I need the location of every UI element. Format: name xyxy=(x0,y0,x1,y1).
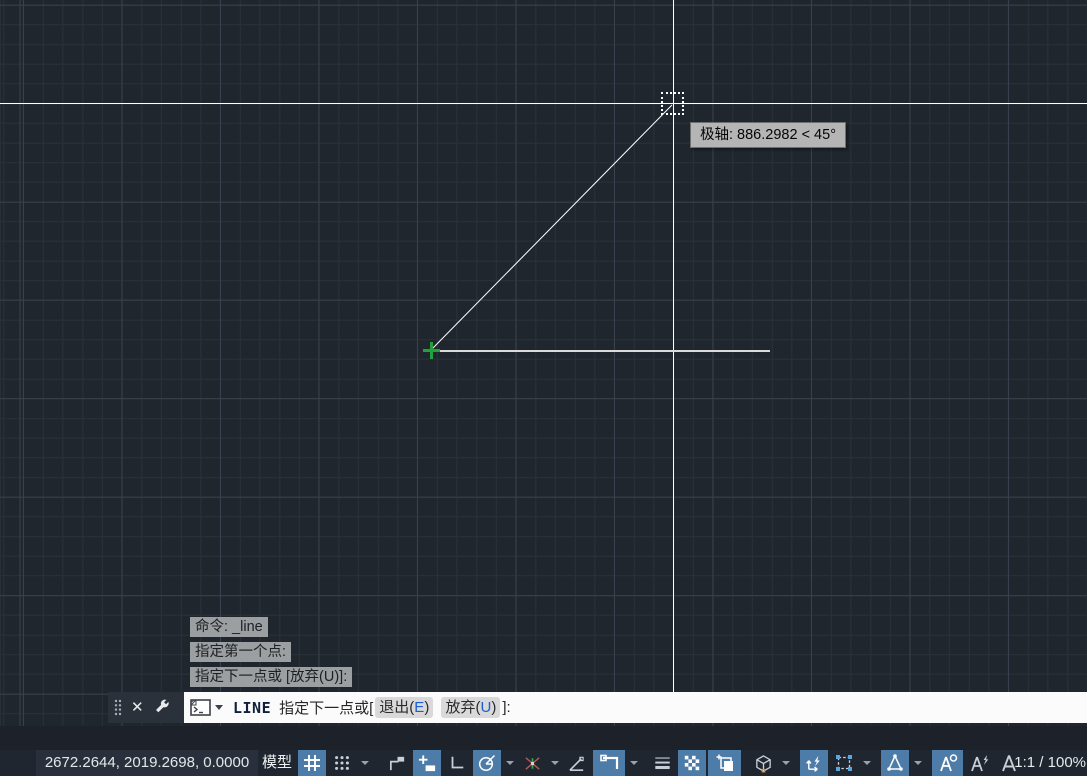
object-snap-toggle[interactable] xyxy=(593,750,625,776)
cursor-pickbox xyxy=(661,92,684,115)
grid-display-toggle[interactable] xyxy=(298,750,326,776)
snap-dots-icon xyxy=(333,754,351,772)
coordinates-readout[interactable]: 2672.2644, 2019.2698, 0.0000 xyxy=(36,750,258,776)
transparency-toggle[interactable] xyxy=(678,750,706,776)
chevron-down-icon[interactable] xyxy=(503,750,516,776)
drawn-line-segment xyxy=(431,350,770,352)
command-prompt-suffix: ]: xyxy=(502,699,510,716)
autocad-window: 极轴: 886.2982 < 45° 命令: _line 指定第一个点: 指定下… xyxy=(0,0,1087,776)
snap-mode-toggle[interactable] xyxy=(328,750,356,776)
object-snap-tracking-icon xyxy=(568,754,587,773)
lineweight-icon xyxy=(653,754,672,772)
chevron-down-icon[interactable] xyxy=(548,750,561,776)
command-line[interactable]: LINE 指定下一点或[ 退出(E) 放弃(U) ]: xyxy=(184,692,1087,723)
command-dock-header: ✕ xyxy=(108,692,184,723)
active-command-name: LINE xyxy=(233,699,271,717)
close-icon[interactable]: ✕ xyxy=(131,700,144,715)
selection-cycling-icon xyxy=(715,753,735,773)
start-point-marker xyxy=(430,342,433,359)
polar-tracking-toggle[interactable] xyxy=(473,750,501,776)
chevron-down-icon[interactable] xyxy=(779,750,792,776)
isometric-drafting-toggle[interactable] xyxy=(518,750,546,776)
recent-commands-chevron-icon[interactable] xyxy=(215,705,223,710)
annotation-visibility-icon xyxy=(937,753,958,773)
command-history-line: 指定第一个点: xyxy=(190,642,291,662)
application-background xyxy=(0,726,1087,750)
polar-tracking-tooltip: 极轴: 886.2982 < 45° xyxy=(690,122,846,148)
drag-handle-icon[interactable] xyxy=(114,699,122,716)
dynamic-input-icon xyxy=(418,754,437,773)
grid-icon xyxy=(302,753,322,773)
dynamic-ucs-icon xyxy=(805,754,824,773)
command-prompt-icon[interactable] xyxy=(190,699,211,716)
selection-filtering-toggle[interactable] xyxy=(830,750,858,776)
ortho-mode-toggle[interactable] xyxy=(443,750,471,776)
isometric-drafting-icon xyxy=(523,754,542,773)
command-history-line: 命令: _line xyxy=(190,617,268,637)
gizmo-icon xyxy=(885,753,905,773)
autoscale-lightning-icon xyxy=(969,753,990,773)
command-option-undo[interactable]: 放弃(U) xyxy=(441,697,500,718)
lineweight-toggle[interactable] xyxy=(648,750,676,776)
object-snap-tracking-toggle[interactable] xyxy=(563,750,591,776)
infer-constraints-toggle[interactable] xyxy=(383,750,411,776)
status-bar: 2672.2644, 2019.2698, 0.0000 模型 xyxy=(0,750,1087,776)
status-toggle-group xyxy=(298,750,1023,776)
customize-wrench-icon[interactable] xyxy=(153,698,172,717)
drawing-canvas[interactable]: 极轴: 886.2982 < 45° 命令: _line 指定第一个点: 指定下… xyxy=(0,0,1087,726)
rubber-band-line xyxy=(0,0,1087,726)
selection-cycling-toggle[interactable] xyxy=(708,750,741,776)
polar-tracking-icon xyxy=(477,753,497,773)
model-space-button[interactable]: 模型 xyxy=(262,750,292,776)
3d-object-snap-toggle[interactable] xyxy=(749,750,777,776)
selection-filtering-icon xyxy=(834,753,854,773)
infer-constraints-icon xyxy=(388,754,407,773)
transparency-checker-icon xyxy=(683,754,701,772)
annotation-visibility-toggle[interactable] xyxy=(932,750,963,776)
command-option-exit[interactable]: 退出(E) xyxy=(375,697,433,718)
command-prompt-text: 指定下一点或[ xyxy=(279,697,373,718)
chevron-down-icon[interactable] xyxy=(358,750,371,776)
command-history-line: 指定下一点或 [放弃(U)]: xyxy=(190,667,352,687)
dynamic-input-toggle[interactable] xyxy=(413,750,441,776)
dynamic-ucs-toggle[interactable] xyxy=(800,750,828,776)
autoscale-toggle[interactable] xyxy=(965,750,993,776)
ortho-icon xyxy=(448,754,466,772)
command-history: 命令: _line 指定第一个点: 指定下一点或 [放弃(U)]: xyxy=(190,617,352,692)
cube-icon xyxy=(754,754,773,773)
chevron-down-icon[interactable] xyxy=(911,750,924,776)
chevron-down-icon[interactable] xyxy=(860,750,873,776)
object-snap-icon xyxy=(599,753,620,773)
gizmo-toggle[interactable] xyxy=(881,750,909,776)
chevron-down-icon[interactable] xyxy=(627,750,640,776)
annotation-scale-value[interactable]: 1:1 / 100% xyxy=(1014,750,1087,776)
